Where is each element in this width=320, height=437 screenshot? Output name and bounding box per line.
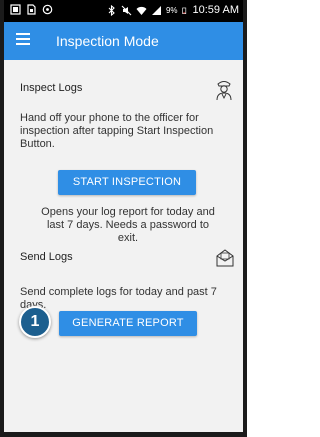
generate-report-button[interactable]: GENERATE REPORT [59,311,197,336]
battery-percent: 9% [165,6,178,15]
frame-bottom-edge [0,432,247,437]
page-title: Inspection Mode [56,33,159,49]
gallery-notification-icon [10,4,21,15]
sync-notification-icon [42,4,53,15]
phone-frame: 9% 10:59 AM Inspection Mode Inspect Logs… [0,0,247,437]
send-logs-description: Send complete logs for today and past 7 … [20,286,217,311]
battery-icon [181,7,186,14]
inspect-logs-title: Inspect Logs [20,82,83,94]
main-content: Inspect Logs Hand off your phone to the … [4,60,243,437]
signal-icon [151,6,161,15]
officer-icon [216,81,232,101]
menu-icon[interactable] [16,33,32,49]
app-bar: Inspection Mode [4,22,243,60]
start-inspection-button[interactable]: START INSPECTION [58,170,196,195]
mute-icon [121,5,132,16]
inspect-logs-subdescription: Opens your log report for today and last… [41,206,215,244]
envelope-icon [216,249,234,267]
status-bar: 9% 10:59 AM [4,0,243,22]
status-time: 10:59 AM [192,4,239,16]
frame-right-edge [243,0,247,437]
file-notification-icon [27,4,36,15]
send-logs-title: Send Logs [20,251,73,263]
inspect-logs-description: Hand off your phone to the officer for i… [20,112,214,150]
bluetooth-icon [108,5,115,16]
callout-badge: 1 [19,306,51,338]
wifi-icon [136,6,147,15]
